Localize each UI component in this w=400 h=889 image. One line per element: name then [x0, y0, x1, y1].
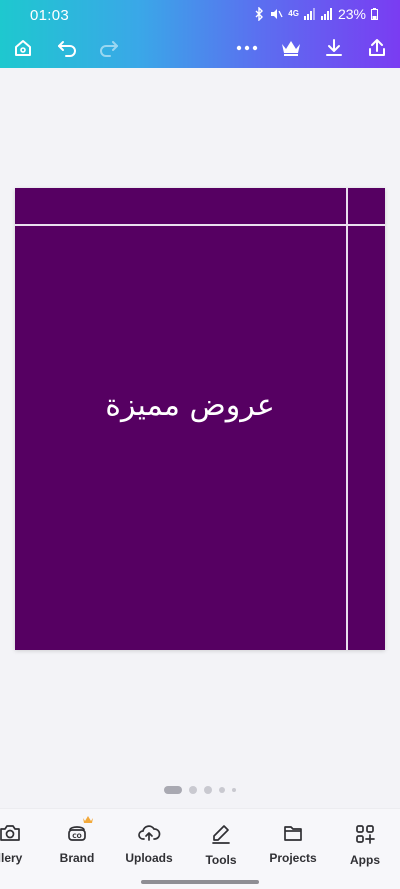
crown-badge-icon: [82, 815, 94, 825]
home-button[interactable]: [8, 33, 38, 63]
battery-icon: [371, 8, 378, 20]
redo-button[interactable]: [94, 33, 124, 63]
top-header: 01:03 4G 23%: [0, 0, 400, 68]
signal-icon-1: [303, 8, 316, 20]
design-page[interactable]: عروض مميزة: [15, 188, 385, 650]
nav-label: llery: [0, 851, 23, 865]
page-dot-active[interactable]: [164, 786, 182, 794]
nav-apps[interactable]: Apps: [330, 823, 400, 873]
editor-toolbar: [0, 30, 400, 68]
svg-text:CO: CO: [72, 833, 82, 840]
nav-label: Brand: [59, 851, 95, 865]
camera-icon: [0, 823, 45, 843]
premium-button[interactable]: [276, 33, 306, 63]
battery-percent: 23%: [337, 6, 366, 22]
download-button[interactable]: [319, 33, 349, 63]
undo-button[interactable]: [52, 33, 82, 63]
download-icon: [324, 38, 344, 58]
page-dot[interactable]: [219, 787, 225, 793]
share-button[interactable]: [362, 33, 392, 63]
home-indicator[interactable]: [141, 880, 259, 884]
network-type: 4G: [288, 9, 299, 18]
canvas-area[interactable]: عروض مميزة: [0, 68, 400, 808]
nav-brand[interactable]: CO Brand: [42, 816, 112, 873]
nav-tools[interactable]: Tools: [186, 823, 256, 873]
crown-icon: [280, 39, 302, 57]
page-indicator: [0, 785, 400, 795]
nav-uploads[interactable]: Uploads: [114, 823, 184, 873]
brand-kit-icon: CO: [42, 823, 112, 843]
home-icon: [13, 38, 33, 58]
nav-label: Apps: [350, 853, 380, 867]
mute-icon: [269, 7, 283, 21]
apps-grid-icon: [330, 823, 400, 845]
bluetooth-icon: [254, 7, 264, 21]
nav-label: Tools: [205, 853, 237, 867]
more-options-button[interactable]: [232, 33, 262, 63]
page-dot[interactable]: [189, 786, 197, 794]
nav-gallery[interactable]: llery: [0, 823, 45, 873]
frame-divider-vertical: [346, 188, 348, 650]
page-dot[interactable]: [232, 788, 236, 792]
status-bar: 01:03 4G 23%: [0, 0, 400, 30]
nav-label: Projects: [269, 851, 317, 865]
share-icon: [367, 38, 387, 58]
nav-label: Uploads: [125, 851, 173, 865]
status-icons: 4G 23%: [254, 6, 378, 22]
pen-tool-icon: [186, 823, 256, 845]
more-horizontal-icon: [236, 45, 258, 51]
bottom-nav: llery CO Brand Uploads Tools Projects Ap…: [0, 808, 400, 889]
undo-icon: [56, 38, 78, 58]
status-time: 01:03: [30, 7, 70, 24]
page-dot[interactable]: [204, 786, 212, 794]
design-headline-text[interactable]: عروض مميزة: [55, 388, 325, 423]
folder-icon: [258, 823, 328, 843]
signal-icon-2: [320, 8, 333, 20]
nav-projects[interactable]: Projects: [258, 823, 328, 873]
cloud-upload-icon: [114, 823, 184, 843]
frame-divider-horizontal: [15, 224, 385, 226]
redo-icon: [98, 38, 120, 58]
